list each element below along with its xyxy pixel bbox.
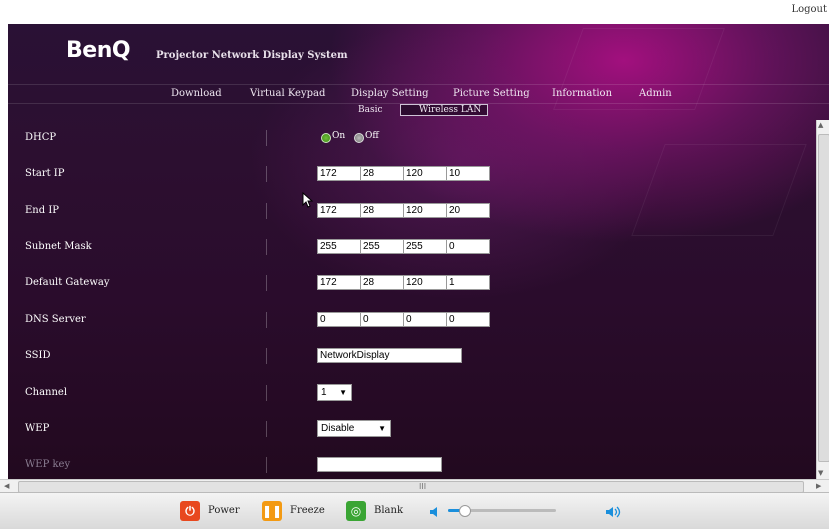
gateway-octet-4[interactable]: 1 [446, 275, 490, 290]
horizontal-scrollbar[interactable]: ◀ III ▶ [0, 479, 829, 493]
row-end-ip: End IP 172 28 120 20 [8, 197, 816, 227]
benq-logo: BenQ [66, 38, 131, 63]
nav-display-setting[interactable]: Display Setting [351, 88, 429, 99]
start-ip-octet-3[interactable]: 120 [403, 166, 447, 181]
chevron-down-icon: ▼ [339, 388, 347, 397]
freeze-label: Freeze [290, 505, 325, 516]
top-bar: Logout [0, 0, 829, 24]
start-ip-label: Start IP [25, 168, 65, 179]
end-ip-octet-2[interactable]: 28 [360, 203, 404, 218]
nav-virtual-keypad[interactable]: Virtual Keypad [250, 88, 325, 99]
wep-label: WEP [25, 423, 50, 434]
header: BenQ Projector Network Display System [8, 24, 829, 84]
nav-admin[interactable]: Admin [639, 88, 672, 99]
app-frame: BenQ Projector Network Display System Do… [8, 24, 829, 479]
row-start-ip: Start IP 172 28 120 10 [8, 160, 816, 190]
vertical-scrollbar[interactable]: ▲ ▼ [816, 120, 829, 479]
start-ip-octet-1[interactable]: 172 [317, 166, 361, 181]
divider [266, 239, 267, 255]
dns-server-label: DNS Server [25, 314, 86, 325]
volume-up-icon[interactable] [606, 503, 624, 522]
subnet-mask-octet-4[interactable]: 0 [446, 239, 490, 254]
dns-octet-1[interactable]: 0 [317, 312, 361, 327]
gateway-octet-3[interactable]: 120 [403, 275, 447, 290]
dhcp-off-radio[interactable] [354, 133, 364, 143]
row-default-gateway: Default Gateway 172 28 120 1 [8, 269, 816, 299]
ssid-label: SSID [25, 350, 51, 361]
wep-select[interactable]: Disable ▼ [317, 420, 391, 437]
dns-octet-2[interactable]: 0 [360, 312, 404, 327]
pause-icon: ❚❚ [262, 501, 282, 521]
channel-select[interactable]: 1 ▼ [317, 384, 352, 401]
subtab-wireless-lan[interactable]: Wireless LAN [400, 104, 489, 116]
divider [266, 203, 267, 219]
scroll-left-icon[interactable]: ◀ [4, 482, 9, 490]
divider [266, 421, 267, 437]
row-wep-key: WEP key [8, 451, 816, 479]
subnet-mask-octet-2[interactable]: 255 [360, 239, 404, 254]
subnet-mask-label: Subnet Mask [25, 241, 92, 252]
dhcp-off-label: Off [365, 131, 379, 141]
blank-screen-icon: ◎ [346, 501, 366, 521]
subtab-basic[interactable]: Basic [358, 105, 383, 115]
dhcp-on-label: On [332, 131, 346, 141]
nav-information[interactable]: Information [552, 88, 612, 99]
ssid-input[interactable]: NetworkDisplay [317, 348, 462, 363]
scroll-right-icon[interactable]: ▶ [816, 482, 821, 490]
divider [266, 385, 267, 401]
row-subnet-mask: Subnet Mask 255 255 255 0 [8, 233, 816, 263]
projector-control-bar: ⏻ Power ❚❚ Freeze ◎ Blank [0, 492, 829, 529]
scroll-up-icon[interactable]: ▲ [818, 121, 823, 129]
end-ip-octet-3[interactable]: 120 [403, 203, 447, 218]
divider [266, 130, 267, 146]
logout-link[interactable]: Logout [791, 4, 827, 15]
subnet-mask-octet-3[interactable]: 255 [403, 239, 447, 254]
divider [266, 348, 267, 364]
power-icon: ⏻ [180, 501, 200, 521]
sub-nav: Basic Wireless LAN [8, 103, 829, 119]
dhcp-on-radio[interactable] [321, 133, 331, 143]
end-ip-label: End IP [25, 205, 59, 216]
nav-picture-setting[interactable]: Picture Setting [453, 88, 530, 99]
blank-label: Blank [374, 505, 404, 516]
app-title: Projector Network Display System [156, 50, 348, 61]
divider [266, 312, 267, 328]
divider [266, 457, 267, 473]
wireless-settings-form: DHCP On Off Start IP 172 28 120 10 End I… [8, 120, 816, 479]
row-wep: WEP Disable ▼ [8, 415, 816, 445]
end-ip-octet-4[interactable]: 20 [446, 203, 490, 218]
wep-key-label: WEP key [25, 459, 71, 470]
dns-octet-3[interactable]: 0 [403, 312, 447, 327]
gateway-octet-1[interactable]: 172 [317, 275, 361, 290]
main-nav: Download Virtual Keypad Display Setting … [8, 84, 829, 104]
default-gateway-label: Default Gateway [25, 277, 110, 288]
dhcp-label: DHCP [25, 132, 57, 143]
volume-knob[interactable] [459, 505, 472, 517]
power-label: Power [208, 505, 240, 516]
wep-key-input[interactable] [317, 457, 442, 472]
row-dns-server: DNS Server 0 0 0 0 [8, 306, 816, 336]
chevron-down-icon: ▼ [378, 424, 386, 433]
channel-label: Channel [25, 387, 68, 398]
divider [266, 275, 267, 291]
scroll-down-icon[interactable]: ▼ [818, 469, 823, 477]
mouse-pointer-icon [302, 192, 314, 208]
gateway-octet-2[interactable]: 28 [360, 275, 404, 290]
divider [266, 166, 267, 182]
dns-octet-4[interactable]: 0 [446, 312, 490, 327]
scroll-grip: III [419, 482, 427, 491]
start-ip-octet-2[interactable]: 28 [360, 166, 404, 181]
row-ssid: SSID NetworkDisplay [8, 342, 816, 372]
row-dhcp: DHCP On Off [8, 124, 816, 154]
volume-slider[interactable] [448, 505, 556, 517]
row-channel: Channel 1 ▼ [8, 379, 816, 409]
vertical-scroll-thumb[interactable] [818, 134, 829, 462]
wep-value: Disable [321, 423, 355, 434]
nav-download[interactable]: Download [171, 88, 222, 99]
volume-down-icon[interactable] [430, 503, 440, 522]
subnet-mask-octet-1[interactable]: 255 [317, 239, 361, 254]
channel-value: 1 [321, 387, 327, 398]
start-ip-octet-4[interactable]: 10 [446, 166, 490, 181]
end-ip-octet-1[interactable]: 172 [317, 203, 361, 218]
